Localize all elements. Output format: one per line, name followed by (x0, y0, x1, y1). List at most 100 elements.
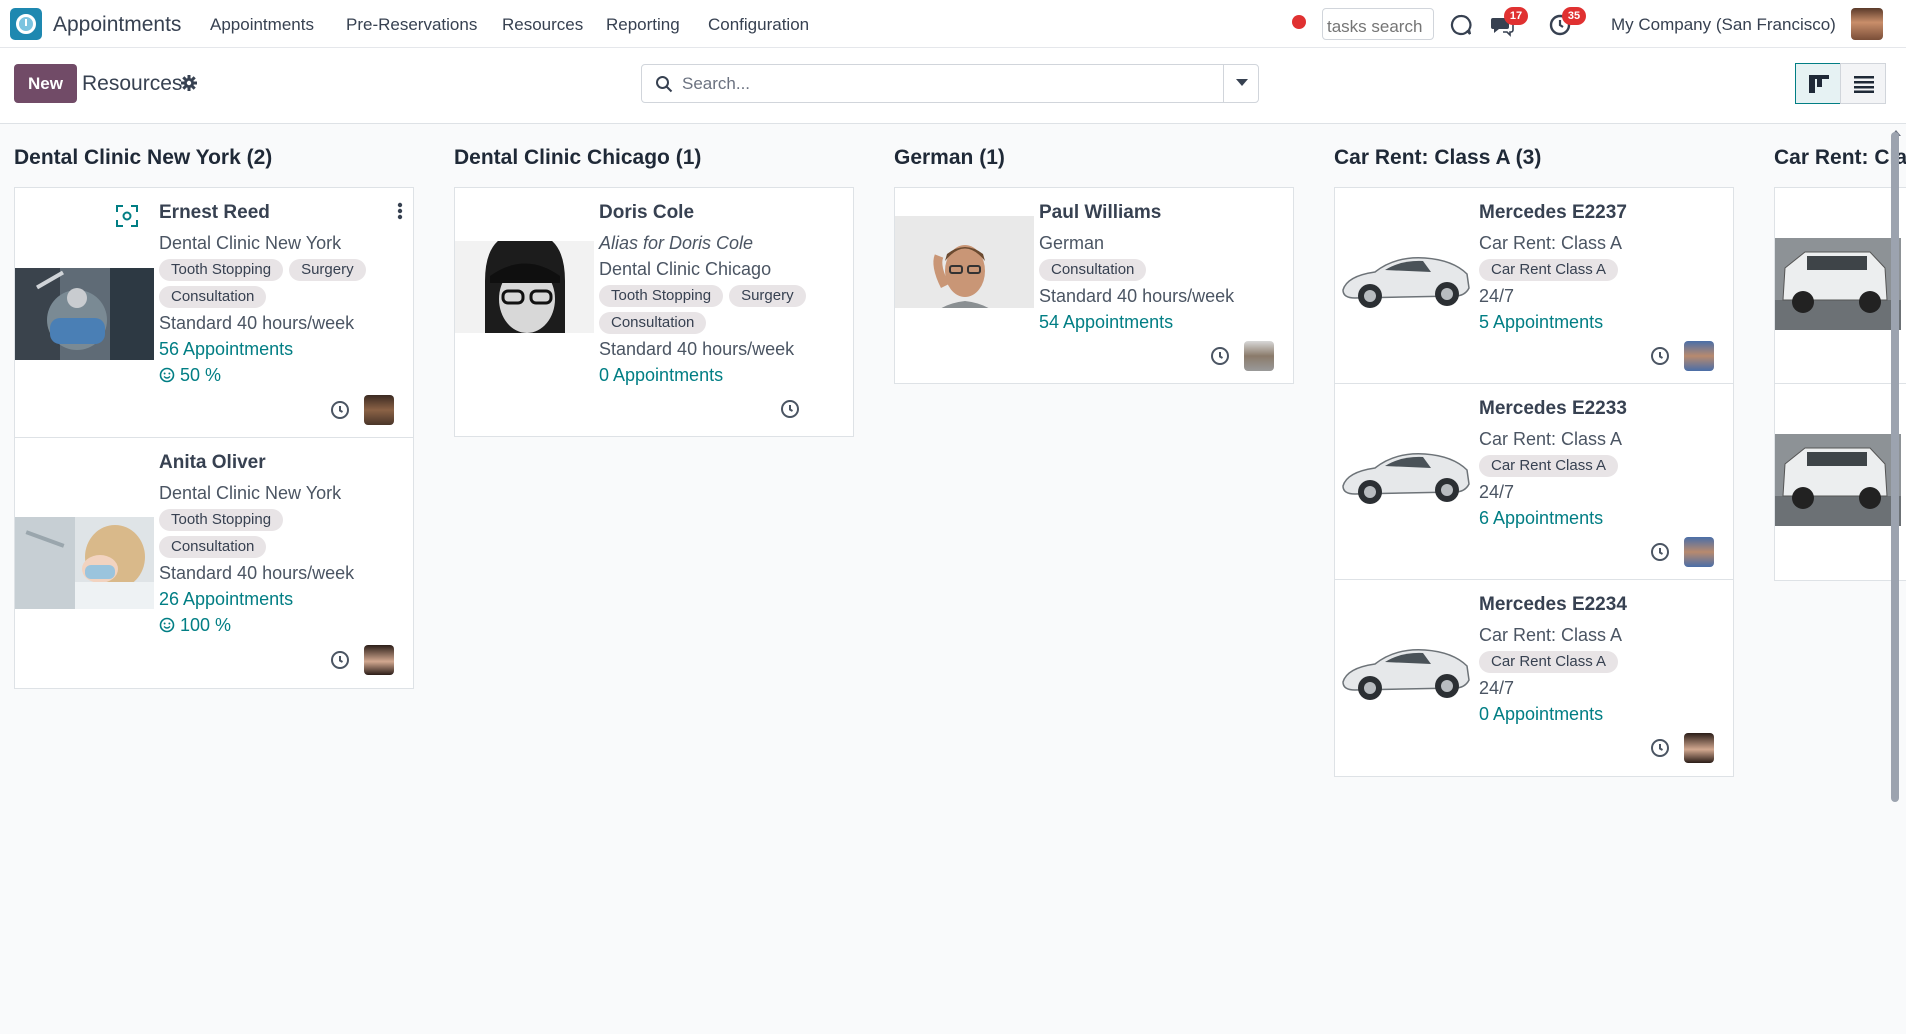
tag: Tooth Stopping (159, 258, 284, 281)
activity-clock-icon[interactable] (1650, 738, 1670, 758)
column-title[interactable]: Car Rent: Cla (1774, 146, 1906, 170)
search-bar (641, 64, 1259, 103)
tag-list: Consultation (599, 309, 843, 336)
resource-card[interactable]: Anita Oliver Dental Clinic New York Toot… (15, 438, 413, 688)
search-icon (656, 76, 673, 93)
menu-configuration[interactable]: Configuration (708, 15, 809, 35)
working-hours: 24/7 (1479, 482, 1515, 502)
tag-list: Car Rent Class A (1479, 648, 1723, 675)
menu-pre-reservations[interactable]: Pre-Reservations (346, 15, 477, 35)
activities-clock-icon[interactable]: 35 (1548, 7, 1586, 37)
tag: Consultation (159, 535, 267, 558)
car-photo (1775, 238, 1901, 330)
resource-photo (15, 517, 154, 609)
appointments-link[interactable]: 26 Appointments (159, 586, 403, 612)
appointments-link[interactable]: 6 Appointments (1479, 505, 1723, 531)
appointments-link[interactable]: 56 Appointments (159, 336, 403, 362)
column-title[interactable]: German (1) (894, 146, 1005, 170)
activity-clock-icon[interactable] (1650, 542, 1670, 562)
gear-icon[interactable] (181, 75, 197, 91)
new-button[interactable]: New (14, 64, 77, 103)
resource-card[interactable] (1775, 384, 1906, 580)
smiley-icon (159, 617, 175, 633)
focus-frame-icon[interactable] (113, 202, 141, 230)
tag: Car Rent Class A (1479, 650, 1619, 673)
appointments-link[interactable]: 54 Appointments (1039, 309, 1283, 335)
working-hours: 24/7 (1479, 678, 1515, 698)
tag: Surgery (289, 258, 366, 281)
activity-clock-icon[interactable] (1650, 346, 1670, 366)
column-title[interactable]: Dental Clinic New York (2) (14, 146, 272, 170)
menu-appointments[interactable]: Appointments (210, 15, 314, 35)
vertical-scrollbar[interactable] (1891, 132, 1899, 802)
card-content: Anita Oliver Dental Clinic New York Toot… (159, 452, 403, 638)
menu-reporting[interactable]: Reporting (606, 15, 680, 35)
working-hours: Standard 40 hours/week (1039, 286, 1235, 306)
kanban-icon (1809, 75, 1829, 93)
rating: 100 % (159, 612, 403, 638)
user-avatar[interactable] (1684, 537, 1714, 567)
activity-clock-icon[interactable] (330, 400, 350, 420)
user-avatar[interactable] (1684, 733, 1714, 763)
activity-clock-icon[interactable] (330, 650, 350, 670)
rating: 50 % (159, 362, 403, 388)
messages-icon[interactable]: 17 (1490, 7, 1528, 37)
tag-list: Tooth Stopping (159, 506, 403, 533)
resource-card[interactable]: Doris Cole Alias for Doris Cole Dental C… (455, 188, 853, 436)
resource-card[interactable]: Ernest Reed Dental Clinic New York Tooth… (15, 188, 413, 438)
resource-location: Car Rent: Class A (1479, 625, 1623, 645)
search-input[interactable] (682, 71, 1202, 97)
menu-resources[interactable]: Resources (502, 15, 583, 35)
rating-value: 100 % (180, 615, 232, 635)
top-navbar: Appointments Appointments Pre-Reservatio… (0, 0, 1906, 48)
resource-photo (895, 216, 1034, 308)
company-switcher[interactable]: My Company (San Francisco) (1611, 15, 1836, 35)
tag-list: Car Rent Class A (1479, 452, 1723, 479)
card-content: Ernest Reed Dental Clinic New York Tooth… (159, 202, 403, 388)
resource-card[interactable]: Mercedes E2237 Car Rent: Class A Car Ren… (1335, 188, 1733, 384)
activity-clock-icon[interactable] (1210, 346, 1230, 366)
list-view-button[interactable] (1840, 63, 1886, 104)
app-name[interactable]: Appointments (53, 13, 181, 37)
tag-list: Consultation (159, 283, 403, 310)
activities-count-badge: 35 (1562, 7, 1586, 25)
smiley-icon (159, 367, 175, 383)
activity-clock-icon[interactable] (780, 399, 800, 419)
user-avatar[interactable] (1851, 8, 1883, 40)
column-title[interactable]: Car Rent: Class A (3) (1334, 146, 1541, 170)
resource-card[interactable]: Paul Williams German Consultation Standa… (895, 188, 1293, 383)
tasks-search-input[interactable] (1322, 8, 1434, 40)
appointments-link[interactable]: 0 Appointments (599, 362, 843, 388)
car-photo (1335, 630, 1474, 722)
resource-location: Car Rent: Class A (1479, 429, 1623, 449)
resource-photo (455, 241, 594, 333)
user-avatar[interactable] (1244, 341, 1274, 371)
appointments-link[interactable]: 0 Appointments (1479, 701, 1723, 727)
tag: Car Rent Class A (1479, 258, 1619, 281)
resource-name: Mercedes E2234 (1479, 594, 1627, 615)
appointments-link[interactable]: 5 Appointments (1479, 309, 1723, 335)
car-photo (1335, 238, 1474, 330)
user-avatar[interactable] (364, 645, 394, 675)
tag: Tooth Stopping (599, 284, 724, 307)
working-hours: Standard 40 hours/week (599, 339, 795, 359)
column-cards: Mercedes E2237 Car Rent: Class A Car Ren… (1334, 187, 1734, 777)
resource-card[interactable]: Mercedes E2233 Car Rent: Class A Car Ren… (1335, 384, 1733, 580)
user-avatar[interactable] (1684, 341, 1714, 371)
recording-indicator-icon[interactable] (1292, 15, 1306, 29)
resource-card[interactable] (1775, 188, 1906, 384)
user-avatar[interactable] (364, 395, 394, 425)
column-title[interactable]: Dental Clinic Chicago (1) (454, 146, 701, 170)
discuss-icon[interactable] (1449, 13, 1473, 37)
car-photo (1775, 434, 1901, 526)
working-hours: Standard 40 hours/week (159, 313, 355, 333)
kanban-board: Dental Clinic New York (2) Ernest Reed D… (0, 124, 1906, 1034)
column-cards (1774, 187, 1906, 581)
resource-name: Paul Williams (1039, 202, 1162, 223)
resource-card[interactable]: Mercedes E2234 Car Rent: Class A Car Ren… (1335, 580, 1733, 776)
tag-list: Consultation (159, 533, 403, 560)
appointments-app-icon[interactable] (10, 8, 42, 40)
search-options-toggle[interactable] (1236, 79, 1248, 86)
column-cards: Ernest Reed Dental Clinic New York Tooth… (14, 187, 414, 689)
kanban-view-button[interactable] (1795, 63, 1841, 104)
